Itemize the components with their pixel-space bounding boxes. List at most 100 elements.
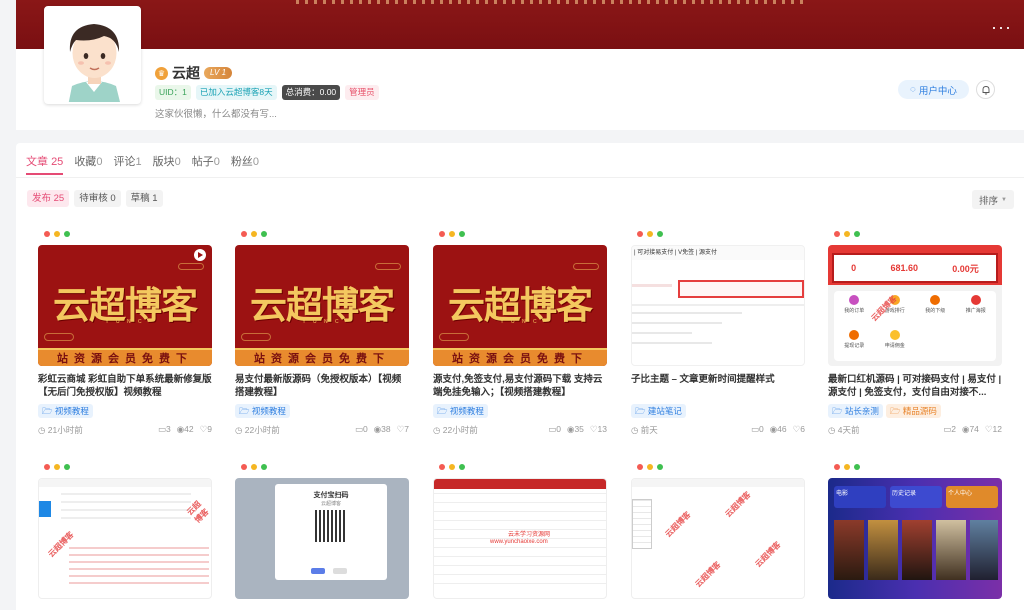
like-count: 6 [800,424,805,434]
user-bio: 这家伙很懒，什么都没有写... [155,109,277,120]
tab-label: 文章 [26,156,48,168]
window-dots [439,464,465,470]
clock-icon: ◷ [631,425,639,435]
tag[interactable]: 🗁 视频教程 [235,404,290,418]
folder-icon: 🗁 [437,406,448,416]
article-thumbnail[interactable]: 云未学习资源网 www.yunchaoixe.com [433,478,607,599]
sort-dropdown[interactable]: 排序 ▼ [972,190,1014,209]
menu-label: 我的订单 [844,308,865,314]
window-dots [834,231,860,237]
thumbs-up-icon: ♡ [589,424,598,434]
window-dots [44,464,70,470]
filter-drafts[interactable]: 草稿 1 [125,190,163,207]
tag[interactable]: 🗁 站长亲测 [828,404,883,418]
tab-count: 1 [135,156,142,168]
article-thumbnail[interactable]: 云超博客 云超博客 [38,478,212,599]
tab-favorites[interactable]: 收藏0 [74,153,102,169]
tab-label: 帖子 [191,156,214,168]
clock-icon: ◷ [235,425,243,435]
filter-published[interactable]: 发布 25 [27,190,70,207]
tab-label: 粉丝 [230,156,253,168]
comment-count: 0 [556,424,562,434]
thumbnail-subtitle: Y U N C [302,319,342,325]
tab-forums[interactable]: 版块0 [153,153,181,169]
tag[interactable]: 🗁 建站笔记 [631,404,686,418]
thumbnail-header: | 可对接易支付 | V免签 | 源支付 [634,250,718,256]
article-thumbnail[interactable]: 电影 历史记录 个人中心 [828,478,1002,599]
tag[interactable]: 🗁 精品源码 [885,404,941,418]
tag[interactable]: 🗁 视频教程 [38,404,93,418]
tab-posts[interactable]: 帖子0 [192,153,220,169]
tab-fans[interactable]: 粉丝0 [231,153,259,169]
article-title[interactable]: 彩虹云商城 彩虹自助下单系统最新修复版【无后门免授权版】视频教程 [38,373,212,399]
profile-banner: ··· [16,0,1024,49]
stat-value: 0.00元 [952,263,979,274]
menu-label: 我的下级 [925,308,946,314]
post-time: 22小时前 [442,425,478,435]
comment-count: 0 [759,424,764,434]
tab-articles[interactable]: 文章 25 [26,153,63,169]
thumbnail-strip: 站资源会员免费下 [38,348,212,366]
sort-label: 排序 [979,195,999,207]
active-tab-indicator [26,173,63,175]
tag-label: 站长亲测 [844,406,879,416]
clock-icon: ◷ [38,425,46,435]
bulb-icon: ◌ [910,84,916,95]
window-dots [637,231,663,237]
stat-value: 0 [851,263,857,273]
chevron-down-icon: ▼ [1001,196,1007,203]
thumbnail-strip: 站资源会员免费下 [235,348,409,366]
article-title[interactable]: 源支付,免签支付,易支付源码下载 支持云端免挂免输入；【视频搭建教程】 [433,373,607,399]
comment-count: 0 [363,424,368,434]
tab-count: 0 [174,156,181,168]
level-badge: LV 1 [204,67,233,79]
article-thumbnail[interactable]: 云超博客 云超博客 云超博客 云超博客 [631,478,805,599]
avatar[interactable] [44,6,141,104]
article-tags: 🗁 视频教程 [38,404,93,418]
article-thumbnail[interactable]: | 可对接易支付 | V免签 | 源支付 [631,245,805,366]
tag-label: 精品源码 [902,406,937,416]
article-tags: 🗁 建站笔记 [631,404,686,418]
article-thumbnail[interactable]: 云超博客 Y U N C 站资源会员免费下 [433,245,607,366]
tag-label: 视频教程 [251,406,286,416]
filter-pending[interactable]: 待审核 0 [74,190,121,207]
article-title[interactable]: 子比主题 – 文章更新时间提醒样式 [631,373,805,399]
article-meta: ◷ 前天 ▭0 ◉46 ♡6 [631,424,805,436]
bell-icon[interactable] [976,80,995,99]
article-title[interactable]: 易支付最新版源码（免授权版本）【视频搭建教程】 [235,373,409,399]
comment-icon: ▭ [354,424,364,434]
article-tags: 🗁 视频教程 [433,404,488,418]
tag[interactable]: 🗁 视频教程 [433,404,488,418]
clock-icon: ◷ [433,425,441,435]
like-count: 13 [597,424,607,434]
view-count: 74 [969,424,979,434]
article-thumbnail[interactable]: 云超博客 Y U N C 站资源会员免费下 [38,245,212,366]
article-thumbnail[interactable]: 支付宝扫码 云超博客 [235,478,409,599]
qr-subtitle: 云超博客 [320,501,341,507]
tab-comments[interactable]: 评论1 [113,153,141,169]
play-icon[interactable] [194,249,206,261]
qr-code [315,510,347,542]
watermark: 云超博客 [663,510,693,539]
window-dots [834,464,860,470]
window-dots [241,464,267,470]
user-center-button[interactable]: ◌ 用户中心 [898,80,969,99]
article-meta: ◷ 22小时前 ▭0 ◉38 ♡7 [235,424,409,436]
app-tile: 历史记录 [890,486,942,508]
like-count: 9 [207,424,212,434]
user-center-label: 用户中心 [918,85,957,97]
like-count: 7 [404,424,409,434]
article-thumbnail[interactable]: 云超博客 Y U N C 站资源会员免费下 [235,245,409,366]
uid-badge: UID：1 [155,85,191,100]
joined-badge: 已加入云超博客8天 [195,85,277,100]
stat-value: 681.60 [890,263,918,273]
article-title[interactable]: 最新口红机源码 | 可对接码支付 | 易支付 | 源支付 | 免签支付，支付自由… [828,373,1002,399]
watermark: 云超博客 [723,490,753,519]
divider [16,177,1024,178]
article-meta: ◷ 4天前 ▭2 ◉74 ♡12 [828,424,1002,436]
ellipsis-icon[interactable]: ··· [991,18,1012,36]
window-dots [44,231,70,237]
tab-count: 0 [213,156,220,168]
window-dots [439,231,465,237]
article-thumbnail[interactable]: 0 681.60 0.00元 我的订单 游戏排行 我的下级 推广海报 提现记录 … [828,245,1002,366]
